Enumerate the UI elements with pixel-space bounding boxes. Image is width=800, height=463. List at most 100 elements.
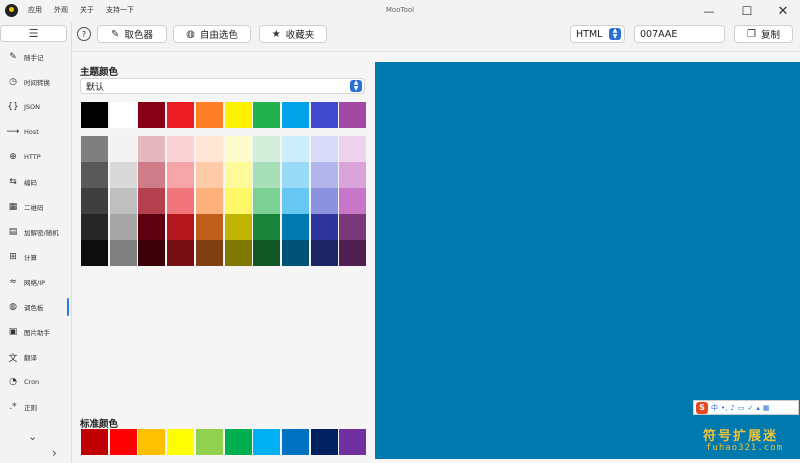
chevron-down-icon[interactable]: ⌄: [28, 430, 37, 443]
chevron-right-icon[interactable]: ›: [52, 446, 57, 460]
shade-color-swatch[interactable]: [310, 214, 338, 240]
standard-color-swatch[interactable]: [339, 429, 367, 455]
shade-color-swatch[interactable]: [138, 240, 166, 266]
shade-color-swatch[interactable]: [224, 188, 252, 214]
shade-color-swatch[interactable]: [281, 214, 309, 240]
base-color-swatch[interactable]: [224, 102, 252, 128]
sidebar-item[interactable]: ≈ 网络/IP: [0, 271, 70, 293]
sidebar-item[interactable]: ◍ 调色板: [0, 296, 70, 318]
sidebar-item[interactable]: ⊕ HTTP: [0, 146, 70, 168]
standard-color-swatch[interactable]: [310, 429, 338, 455]
shade-color-swatch[interactable]: [138, 162, 166, 188]
standard-color-swatch[interactable]: [109, 429, 137, 455]
shade-color-swatch[interactable]: [109, 240, 137, 266]
base-color-swatch[interactable]: [138, 102, 166, 128]
copy-button[interactable]: ❐ 复制: [734, 25, 793, 43]
shade-color-swatch[interactable]: [339, 240, 367, 266]
shade-color-swatch[interactable]: [253, 136, 281, 162]
shade-color-swatch[interactable]: [109, 136, 137, 162]
base-color-swatch[interactable]: [167, 102, 195, 128]
base-color-swatch[interactable]: [195, 102, 223, 128]
sidebar-item[interactable]: ⊞ 计算: [0, 246, 70, 268]
shade-color-swatch[interactable]: [281, 136, 309, 162]
shade-color-swatch[interactable]: [138, 136, 166, 162]
sidebar-item[interactable]: ⟶ Host: [0, 121, 70, 143]
sidebar-item[interactable]: {} JSON: [0, 96, 70, 118]
shade-color-swatch[interactable]: [310, 240, 338, 266]
base-color-swatch[interactable]: [109, 102, 137, 128]
base-color-swatch[interactable]: [281, 102, 309, 128]
standard-color-swatch[interactable]: [81, 429, 108, 455]
shade-color-swatch[interactable]: [339, 188, 367, 214]
standard-color-swatch[interactable]: [253, 429, 281, 455]
shade-color-swatch[interactable]: [138, 188, 166, 214]
shade-color-swatch[interactable]: [167, 240, 195, 266]
shade-color-swatch[interactable]: [195, 188, 223, 214]
shade-color-swatch[interactable]: [81, 188, 108, 214]
shade-color-swatch[interactable]: [253, 162, 281, 188]
shade-color-swatch[interactable]: [109, 162, 137, 188]
shade-color-swatch[interactable]: [81, 162, 108, 188]
color-picker-button[interactable]: ✎ 取色器: [97, 25, 167, 43]
sidebar-item[interactable]: ⇆ 编码: [0, 171, 70, 193]
shade-color-swatch[interactable]: [281, 162, 309, 188]
hex-value-input[interactable]: 007AAE: [634, 25, 725, 43]
base-color-swatch[interactable]: [81, 102, 108, 128]
shade-color-swatch[interactable]: [310, 136, 338, 162]
free-pick-button[interactable]: ◍ 自由选色: [173, 25, 251, 43]
sidebar-item[interactable]: ▣ 图片助手: [0, 321, 70, 343]
maximize-icon[interactable]: ☐: [735, 2, 759, 20]
help-icon[interactable]: ?: [77, 27, 91, 41]
sidebar-item[interactable]: ▤ 加解密/随机: [0, 221, 70, 243]
standard-color-swatch[interactable]: [138, 429, 166, 455]
minimize-icon[interactable]: —: [697, 2, 721, 20]
shade-color-swatch[interactable]: [310, 188, 338, 214]
close-icon[interactable]: ✕: [771, 2, 795, 20]
shade-color-swatch[interactable]: [339, 136, 367, 162]
sidebar-item[interactable]: 文翻译: [0, 346, 70, 368]
shade-color-swatch[interactable]: [138, 214, 166, 240]
standard-color-swatch[interactable]: [281, 429, 309, 455]
shade-color-swatch[interactable]: [281, 240, 309, 266]
shade-color-swatch[interactable]: [195, 162, 223, 188]
shade-color-swatch[interactable]: [109, 214, 137, 240]
shade-color-swatch[interactable]: [195, 240, 223, 266]
shade-color-swatch[interactable]: [224, 136, 252, 162]
base-color-swatch[interactable]: [310, 102, 338, 128]
standard-color-swatch[interactable]: [224, 429, 252, 455]
shade-color-swatch[interactable]: [253, 240, 281, 266]
shade-color-swatch[interactable]: [253, 188, 281, 214]
sidebar-item[interactable]: ▦ 二维码: [0, 196, 70, 218]
scheme-select[interactable]: 默认 ▲ ▼: [80, 78, 365, 94]
shade-color-swatch[interactable]: [195, 136, 223, 162]
shade-color-swatch[interactable]: [81, 240, 108, 266]
shade-color-swatch[interactable]: [281, 188, 309, 214]
shade-color-swatch[interactable]: [109, 188, 137, 214]
keyboard-icon: ▭: [737, 403, 745, 412]
shade-color-swatch[interactable]: [224, 162, 252, 188]
shade-color-swatch[interactable]: [195, 214, 223, 240]
shade-color-swatch[interactable]: [81, 136, 108, 162]
shade-color-swatch[interactable]: [224, 214, 252, 240]
shade-color-swatch[interactable]: [339, 162, 367, 188]
favorites-button[interactable]: ★ 收藏夹: [259, 25, 327, 43]
sidebar-item[interactable]: ✎ 随手记: [0, 46, 70, 68]
menu-toggle-icon[interactable]: ☰: [0, 25, 67, 42]
shade-color-swatch[interactable]: [167, 136, 195, 162]
standard-color-swatch[interactable]: [167, 429, 195, 455]
base-color-swatch[interactable]: [253, 102, 281, 128]
shade-color-swatch[interactable]: [339, 214, 367, 240]
shade-color-swatch[interactable]: [167, 214, 195, 240]
sidebar-item[interactable]: .* 正则: [0, 396, 70, 418]
sidebar-item[interactable]: ◔ Cron: [0, 371, 70, 393]
shade-color-swatch[interactable]: [224, 240, 252, 266]
base-color-swatch[interactable]: [339, 102, 367, 128]
shade-color-swatch[interactable]: [253, 214, 281, 240]
standard-color-swatch[interactable]: [195, 429, 223, 455]
format-select[interactable]: HTML ▲ ▼: [570, 25, 625, 43]
shade-color-swatch[interactable]: [167, 162, 195, 188]
sidebar-item[interactable]: ◷ 时间转换: [0, 71, 70, 93]
shade-color-swatch[interactable]: [310, 162, 338, 188]
shade-color-swatch[interactable]: [167, 188, 195, 214]
shade-color-swatch[interactable]: [81, 214, 108, 240]
